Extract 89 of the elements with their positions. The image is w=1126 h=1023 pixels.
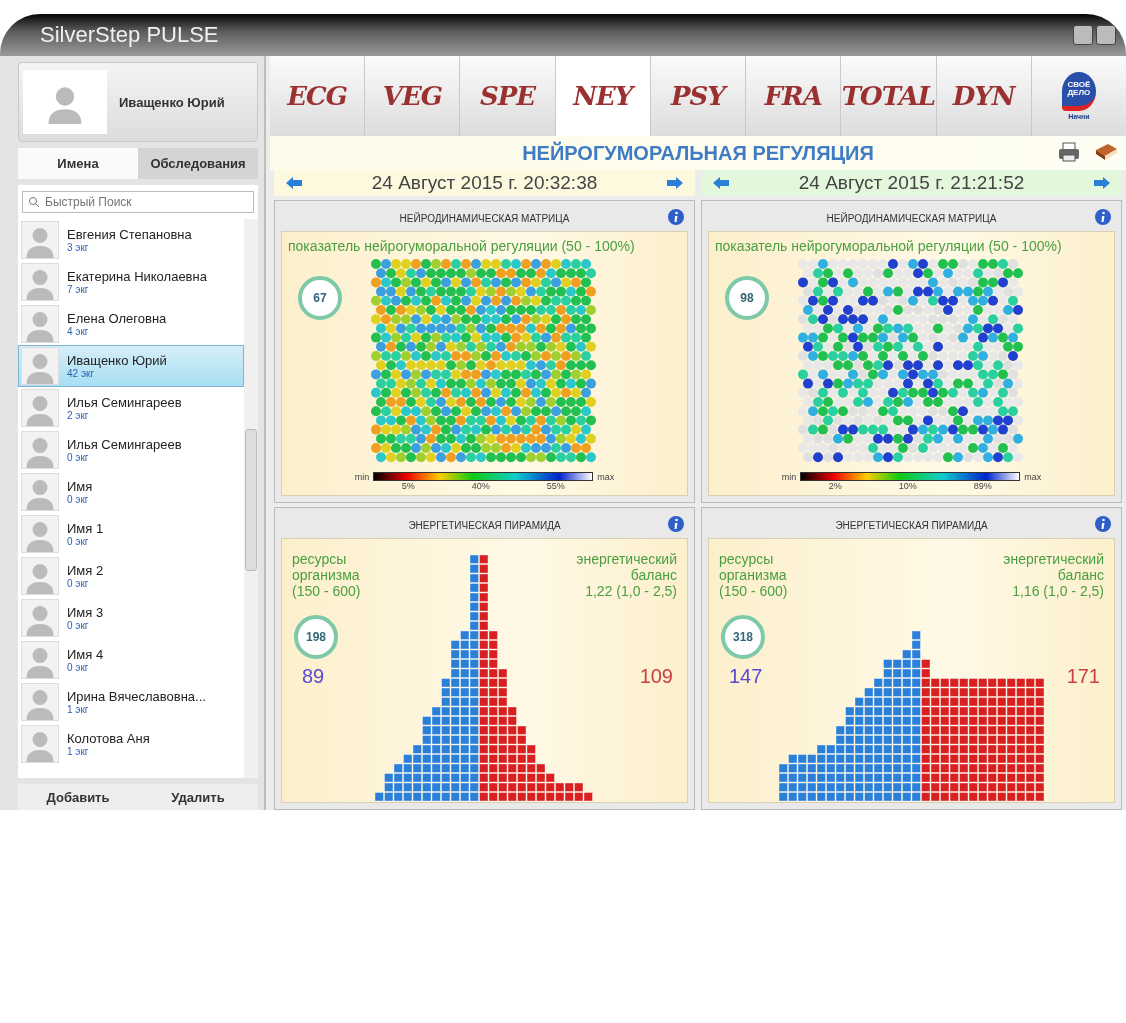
sidebar-tab[interactable]: Имена <box>18 148 138 179</box>
score-ring: 67 <box>298 276 342 320</box>
module-tab[interactable]: FRA <box>746 56 842 136</box>
patient-name: Колотова Аня <box>67 731 150 746</box>
resources-label: ресурсы организма (150 - 600) <box>719 551 788 599</box>
info-icon[interactable] <box>1095 516 1111 532</box>
ecg-count: 3 экг <box>67 242 90 253</box>
matrix-subtitle: показатель нейрогуморальной регуляции (50 - 100%) <box>714 237 1063 254</box>
balance-label: энергетический баланс 1,16 (1,0 - 2,5) <box>1003 551 1104 599</box>
patient-name: Имя 3 <box>67 605 104 620</box>
ecg-count: 0 экг <box>67 620 90 631</box>
matrix-subtitle: показатель нейрогуморальной регуляции (50 - 100%) <box>287 237 636 254</box>
right-value: 109 <box>639 665 673 688</box>
scale-label: max <box>1024 472 1042 482</box>
module-tab[interactable]: PSY <box>650 56 747 136</box>
patient-row[interactable]: Иващенко Юрий 42 экг <box>18 345 244 387</box>
scale-label: min <box>781 472 797 482</box>
arrow-left-icon[interactable] <box>713 177 729 189</box>
minimize-button[interactable] <box>1073 25 1093 45</box>
patient-name: Екатерина Николаевна <box>67 269 207 284</box>
ecg-count: 4 экг <box>67 326 90 337</box>
patient-name: Имя 1 <box>67 521 104 536</box>
search-field[interactable]: Быстрый Поиск <box>22 191 254 213</box>
footer-button[interactable]: Удалить <box>138 784 258 810</box>
ecg-count: 1 экг <box>67 746 90 757</box>
panel-title: НЕЙРОДИНАМИЧЕСКАЯ МАТРИЦА <box>826 212 997 224</box>
logo-text: ДЕЛО <box>1067 89 1091 97</box>
scrollbar[interactable] <box>244 219 258 778</box>
patient-name: Евгения Степановна <box>67 227 192 242</box>
scale-tick: 55% <box>546 481 565 491</box>
patient-name: Имя <box>67 479 93 494</box>
window-title: SilverStep PULSE <box>40 22 219 48</box>
ecg-count: 0 экг <box>67 578 90 589</box>
sidebar-tab[interactable]: Обследования <box>138 148 258 179</box>
ecg-count: 1 экг <box>67 704 90 715</box>
balance-label: энергетический баланс 1,22 (1,0 - 2,5) <box>576 551 677 599</box>
ecg-count: 2 экг <box>67 410 90 421</box>
arrow-right-icon[interactable] <box>667 177 683 189</box>
patient-name: Имя 4 <box>67 647 104 662</box>
arrow-left-icon[interactable] <box>286 177 302 189</box>
info-icon[interactable] <box>668 516 684 532</box>
patient-name: Ирина Вячеславовна... <box>67 689 206 704</box>
scale-tick: 5% <box>401 481 415 491</box>
maximize-button[interactable] <box>1096 25 1116 45</box>
module-tab[interactable]: DYN <box>936 56 1032 136</box>
ecg-count: 0 экг <box>67 536 90 547</box>
patient-name: Илья Семингареев <box>67 395 182 410</box>
footer-button[interactable]: Добавить <box>18 784 138 810</box>
book-icon[interactable] <box>1094 142 1118 162</box>
score-ring: 318 <box>721 615 765 659</box>
module-tab[interactable]: NEY <box>555 56 651 136</box>
info-icon[interactable] <box>1095 209 1111 225</box>
profile-name: Иващенко Юрий <box>119 94 225 110</box>
session-date: 24 Август 2015 г. 20:32:38 <box>371 172 598 194</box>
resources-label: ресурсы организма (150 - 600) <box>292 551 361 599</box>
patient-name: Имя 2 <box>67 563 104 578</box>
search-icon <box>28 196 40 208</box>
ecg-count: 42 экг <box>67 368 96 379</box>
scale-tick: 89% <box>973 481 992 491</box>
module-tab[interactable]: ECG <box>270 56 366 136</box>
right-value: 171 <box>1066 665 1100 688</box>
panel-title: НЕЙРОДИНАМИЧЕСКАЯ МАТРИЦА <box>399 212 570 224</box>
logo-text: СВОЁ <box>1067 81 1091 89</box>
ecg-count: 0 экг <box>67 494 90 505</box>
printer-icon[interactable] <box>1058 142 1080 162</box>
patient-name: Елена Олеговна <box>67 311 167 326</box>
scale-label: max <box>597 472 615 482</box>
panel-title: ЭНЕРГЕТИЧЕСКАЯ ПИРАМИДА <box>408 519 561 531</box>
module-tab[interactable]: TOTAL <box>841 56 937 136</box>
scale-tick: 2% <box>828 481 842 491</box>
info-icon[interactable] <box>668 209 684 225</box>
module-tab[interactable]: SPE <box>460 56 556 136</box>
section-heading: НЕЙРОГУМОРАЛЬНАЯ РЕГУЛЯЦИЯ <box>522 141 874 165</box>
score-ring: 98 <box>725 276 769 320</box>
scale-tick: 10% <box>898 481 917 491</box>
scale-label: min <box>354 472 370 482</box>
ecg-count: 7 экг <box>67 284 90 295</box>
scale-tick: 40% <box>471 481 490 491</box>
session-date: 24 Август 2015 г. 21:21:52 <box>798 172 1025 194</box>
score-ring: 198 <box>294 615 338 659</box>
patient-name: Иващенко Юрий <box>67 353 167 368</box>
arrow-right-icon[interactable] <box>1094 177 1110 189</box>
ecg-count: 0 экг <box>67 662 90 673</box>
left-value: 147 <box>729 665 763 688</box>
left-value: 89 <box>302 665 325 688</box>
panel-title: ЭНЕРГЕТИЧЕСКАЯ ПИРАМИДА <box>835 519 988 531</box>
patient-name: Илья Семингареев <box>67 437 182 452</box>
ecg-count: 0 экг <box>67 452 90 463</box>
module-tab[interactable]: VEG <box>365 56 461 136</box>
